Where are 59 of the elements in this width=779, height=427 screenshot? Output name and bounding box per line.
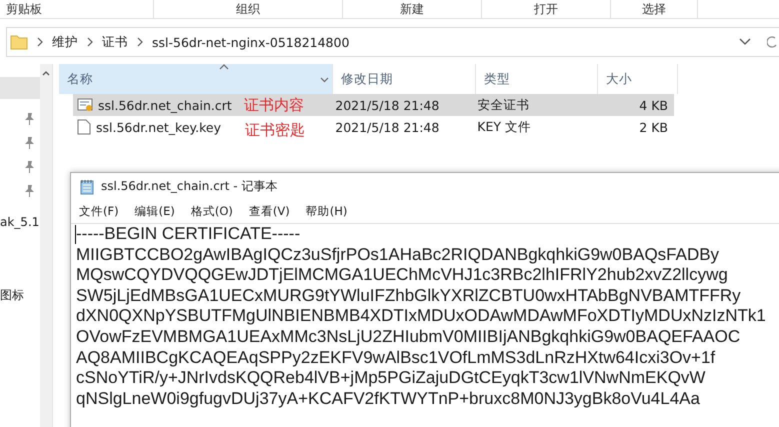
- window-title: ssl.56dr.net_chain.crt - 记事本: [101, 178, 278, 195]
- breadcrumb-item[interactable]: 证书: [102, 34, 128, 50]
- chevron-icon: [86, 37, 94, 47]
- file-size: 4 KB: [638, 98, 669, 112]
- nav-item[interactable]: 图标: [0, 287, 40, 305]
- text-line: -----BEGIN CERTIFICATE-----: [76, 224, 302, 245]
- ribbon-group-label: 组织: [154, 0, 343, 18]
- file-row[interactable]: ssl.56dr.net_key.key 证书密匙 2021/5/18 21:48 KEY 文件 2 KB: [73, 116, 674, 138]
- text-line: cSNoYTiR/y+JNrIvdsKQQReb4lVB+jMp5PGiZajuDGtCEyqkT3cw1lVNwNmEKQvW: [76, 368, 706, 389]
- file-type: 安全证书: [476, 96, 530, 114]
- breadcrumb-item[interactable]: ssl-56dr-net-nginx-0518214800: [152, 34, 350, 50]
- scrollbar[interactable]: [40, 64, 53, 427]
- ribbon-group-label: 选择: [611, 0, 698, 18]
- ribbon-group-label: 新建: [343, 0, 482, 18]
- file-icon: [77, 119, 91, 135]
- column-header[interactable]: 名称: [59, 64, 333, 94]
- dropdown-icon: [739, 38, 751, 46]
- pin-icon: [24, 185, 34, 197]
- text-line: qNSlgLneW0i9gfugvDUj37yA+KCAFV2fKTWYTnP+bruxc8M0NJ3ygBk8oVu4L4Aa: [76, 388, 701, 410]
- text-cursor: [75, 225, 76, 244]
- refresh-icon: [767, 35, 777, 49]
- annotation-text: 证书密匙: [245, 120, 305, 140]
- pin-icon: [24, 161, 34, 173]
- file-name: ssl.56dr.net_key.key: [96, 120, 221, 134]
- text-line: MQswCQYDVQQGEwJDTjElMCMGA1UEChMcVHJ1c3RBc2lhIFRlY2hub2xvZ2llcywg: [76, 265, 729, 286]
- ribbon-group-label: 剪贴板: [0, 0, 154, 18]
- text-line: OVowFzEVMBMGA1UEAxMMc3NsLjU2ZHIubmV0MIIBIjANBgkqhkiG9w0BAQEFAAOC: [76, 326, 742, 348]
- file-type: KEY 文件: [476, 118, 532, 136]
- chevron-icon: [136, 37, 144, 47]
- notepad-icon: [79, 178, 95, 194]
- address-bar[interactable]: 维护 证书 ssl-56dr-net-nginx-0518214800: [6, 27, 779, 57]
- text-line: AQ8AMIIBCgKCAQEAqSPPy2zEKFV9wAlBsc1VOfLmMS3dLnRzHXtw64Icxi3Ov+1f: [76, 348, 716, 368]
- pin-icon: [24, 137, 34, 149]
- scroll-up-icon: [42, 70, 50, 76]
- text-area[interactable]: [71, 223, 779, 410]
- certificate-icon: [77, 97, 93, 113]
- sort-up-icon: [219, 64, 229, 70]
- text-line: SW5jLjEdMBsGA1UECxMURG9tYWluIFZhbGlkYXRlZCBTU0wxHTAbBgNVBAMTFFRy: [76, 286, 742, 306]
- nav-selection-highlight: [0, 77, 40, 99]
- dropdown-icon: [320, 77, 329, 83]
- file-date: 2021/5/18 21:48: [334, 98, 440, 112]
- file-size: 2 KB: [638, 120, 669, 134]
- file-date: 2021/5/18 21:48: [334, 120, 440, 134]
- annotation-text: 证书内容: [244, 96, 304, 114]
- menu-item[interactable]: 文件(F): [79, 204, 119, 219]
- breadcrumb-item[interactable]: 维护: [52, 34, 78, 50]
- menu-item[interactable]: 格式(O): [190, 204, 233, 219]
- menu-item[interactable]: 编辑(E): [134, 204, 175, 219]
- pin-icon: [24, 113, 34, 125]
- menu-item[interactable]: 查看(V): [248, 204, 290, 219]
- nav-item[interactable]: ak_5.1: [0, 215, 40, 233]
- folder-icon: [10, 34, 28, 50]
- text-line: MIIGBTCCBO2gAwIBAgIQCz3uSfjrPOs1AHaBc2RIQDANBgkqhkiG9w0BAQsFADBy: [76, 244, 720, 266]
- menu-item[interactable]: 帮助(H): [306, 204, 348, 219]
- file-row[interactable]: ssl.56dr.net_chain.crt 证书内容 2021/5/18 21:48 安全证书 4 KB: [73, 94, 674, 116]
- chevron-icon: [36, 37, 44, 47]
- text-line: dXN0QXNpYSBUTFMgUlNBIENBMB4XDTIxMDUxODAwMDAwMFoXDTIyMDUxNzIzNTk1: [76, 306, 767, 327]
- ribbon-group-label: 打开: [482, 0, 611, 18]
- file-name: ssl.56dr.net_chain.crt: [98, 98, 232, 112]
